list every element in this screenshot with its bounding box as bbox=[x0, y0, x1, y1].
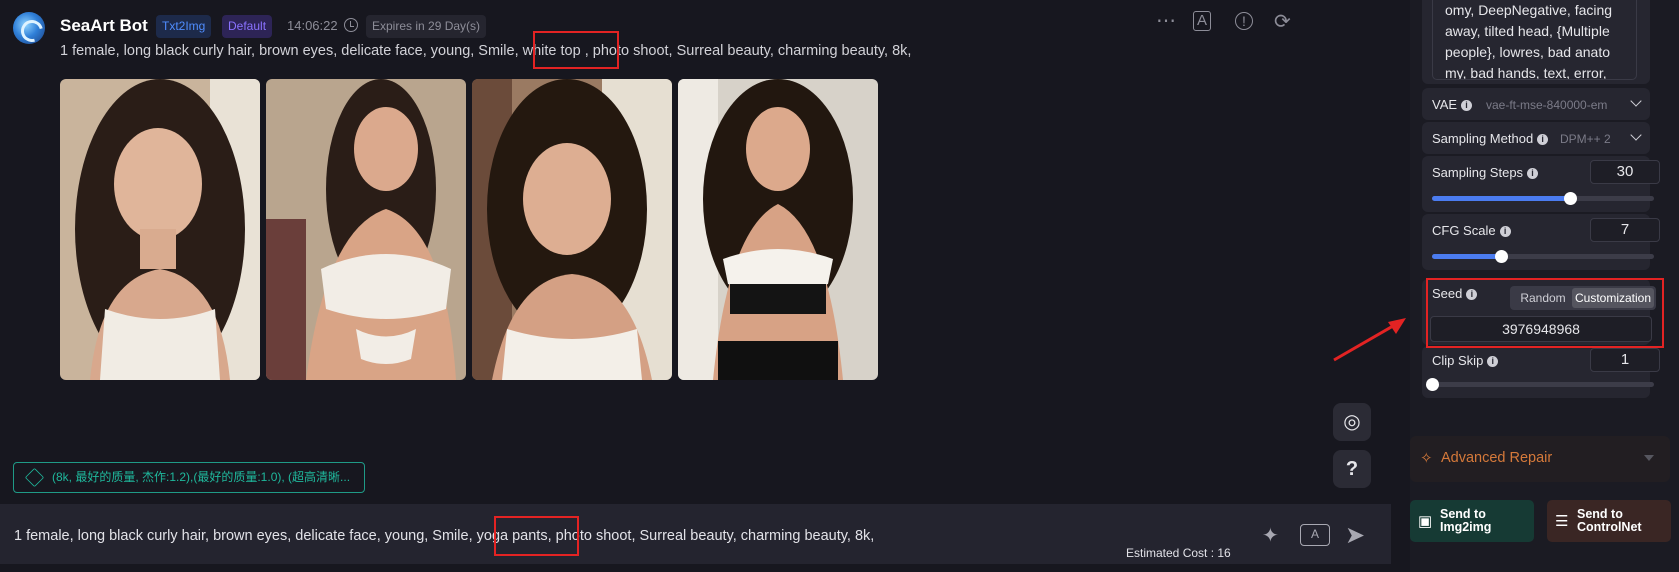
clip-skip-label: Clip Skip i bbox=[1432, 353, 1499, 368]
repair-wand-icon: ✧ bbox=[1420, 450, 1433, 467]
tag-chip[interactable]: (8k, 最好的质量, 杰作:1.2),(最好的质量:1.0), (超高清晰..… bbox=[13, 462, 365, 493]
prompt-text-start: 1 female, long black curly hair, brown e… bbox=[60, 43, 519, 59]
help-button[interactable]: ? bbox=[1333, 450, 1371, 488]
sampling-steps-control: Sampling Steps i 30 bbox=[1422, 156, 1660, 212]
info-icon[interactable]: i bbox=[1527, 168, 1539, 179]
slider-fill bbox=[1432, 254, 1501, 259]
translate-input-icon[interactable]: A bbox=[1300, 524, 1330, 546]
negative-prompt-line: away, tilted head, {Multiple bbox=[1445, 23, 1610, 39]
chat-area: SeaArt Bot Txt2Img Default 14:06:22 Expi… bbox=[0, 0, 1405, 572]
sampling-method-value: DPM++ 2 bbox=[1560, 132, 1611, 146]
highlight-box-yoga-pants bbox=[494, 516, 579, 556]
generated-image-2[interactable] bbox=[266, 79, 466, 380]
clip-skip-slider[interactable] bbox=[1426, 378, 1654, 391]
hide-eye-button[interactable]: ◎ bbox=[1333, 403, 1371, 441]
generated-image-4[interactable] bbox=[678, 79, 878, 380]
generated-image-3[interactable] bbox=[472, 79, 672, 380]
vae-value: vae-ft-mse-840000-em bbox=[1486, 98, 1608, 112]
vae-select[interactable]: VAE i vae-ft-mse-840000-em bbox=[1422, 88, 1650, 120]
negative-prompt-line: my, bad hands, text, error, bbox=[1445, 65, 1607, 80]
cfg-scale-slider[interactable] bbox=[1432, 250, 1654, 263]
sampling-method-select[interactable]: Sampling Method i DPM++ 2 bbox=[1422, 122, 1650, 154]
translate-icon[interactable]: A bbox=[1193, 11, 1212, 31]
clip-skip-input[interactable]: 1 bbox=[1590, 348, 1660, 372]
estimated-cost: Estimated Cost : 16 bbox=[1126, 546, 1231, 560]
advanced-repair-section[interactable]: ✧ Advanced Repair bbox=[1410, 436, 1670, 482]
bot-avatar bbox=[13, 12, 45, 44]
negative-prompt-input[interactable]: omy, DeepNegative, facing away, tilted h… bbox=[1432, 0, 1637, 80]
info-icon[interactable]: i bbox=[1461, 100, 1473, 111]
sampling-steps-slider[interactable] bbox=[1432, 192, 1654, 205]
sampling-method-label: Sampling Method i bbox=[1432, 131, 1549, 146]
send-icon[interactable]: ➤ bbox=[1345, 521, 1365, 550]
chevron-down-icon bbox=[1630, 95, 1642, 107]
expires-badge: Expires in 29 Day(s) bbox=[366, 15, 487, 38]
magic-wand-icon[interactable]: ✦ bbox=[1262, 523, 1279, 548]
cfg-scale-control: CFG Scale i 7 bbox=[1422, 214, 1660, 270]
sampling-steps-label: Sampling Steps i bbox=[1432, 165, 1539, 180]
highlight-box-white-top bbox=[533, 31, 619, 69]
tag-chip-text: (8k, 最好的质量, 杰作:1.2),(最好的质量:1.0), (超高清晰..… bbox=[52, 470, 351, 484]
red-arrow bbox=[1333, 318, 1406, 362]
prompt-input-bar[interactable]: 1 female, long black curly hair, brown e… bbox=[0, 504, 1391, 564]
message-prompt: 1 female, long black curly hair, brown e… bbox=[60, 43, 911, 59]
refresh-icon[interactable]: ⟳ bbox=[1274, 9, 1291, 34]
info-icon[interactable]: i bbox=[1499, 226, 1511, 237]
more-icon[interactable]: ⋯ bbox=[1156, 8, 1176, 33]
advanced-repair-label: Advanced Repair bbox=[1441, 450, 1553, 466]
generated-image-1[interactable] bbox=[60, 79, 260, 380]
cfg-scale-input[interactable]: 7 bbox=[1590, 218, 1660, 242]
slider-handle[interactable] bbox=[1494, 250, 1508, 263]
chevron-down-icon bbox=[1644, 455, 1654, 461]
highlight-box-seed bbox=[1426, 278, 1664, 348]
negative-prompt-line: people}, lowres, bad anato bbox=[1445, 44, 1611, 60]
image-icon: ▣ bbox=[1418, 513, 1433, 530]
input-text-end: photo shoot, Surreal beauty, charming be… bbox=[555, 528, 875, 544]
send-img2img-label: Send to Img2img bbox=[1440, 507, 1492, 534]
slider-fill bbox=[1432, 196, 1570, 201]
message-time: 14:06:22 bbox=[287, 18, 338, 33]
vae-label: VAE i bbox=[1432, 97, 1473, 112]
negative-prompt-line: omy, DeepNegative, facing bbox=[1445, 2, 1613, 18]
chevron-down-icon bbox=[1630, 129, 1642, 141]
slider-handle[interactable] bbox=[1563, 192, 1577, 205]
send-to-controlnet-button[interactable]: ☰ Send to ControlNet bbox=[1547, 500, 1671, 542]
sampling-steps-input[interactable]: 30 bbox=[1590, 160, 1660, 184]
info-icon[interactable]: i bbox=[1537, 134, 1549, 145]
bot-name: SeaArt Bot bbox=[60, 16, 148, 35]
prompt-input[interactable]: 1 female, long black curly hair, brown e… bbox=[14, 528, 874, 544]
negative-prompt-card: omy, DeepNegative, facing away, tilted h… bbox=[1422, 0, 1650, 84]
info-icon[interactable]: ! bbox=[1235, 12, 1253, 30]
model-badge: Default bbox=[222, 15, 273, 38]
send-to-img2img-button[interactable]: ▣ Send to Img2img bbox=[1410, 500, 1534, 542]
sliders-icon: ☰ bbox=[1555, 513, 1569, 530]
info-icon[interactable]: i bbox=[1487, 356, 1499, 367]
prompt-text-end: photo shoot, Surreal beauty, charming be… bbox=[592, 43, 912, 59]
clock-icon bbox=[344, 18, 358, 32]
clip-skip-control: Clip Skip i 1 bbox=[1422, 346, 1660, 398]
cube-icon bbox=[24, 467, 45, 488]
input-text-start: 1 female, long black curly hair, brown e… bbox=[14, 528, 473, 544]
cfg-scale-label: CFG Scale i bbox=[1432, 223, 1511, 238]
send-controlnet-label: Send to ControlNet bbox=[1577, 507, 1642, 534]
mode-badge: Txt2Img bbox=[156, 15, 212, 38]
slider-handle[interactable] bbox=[1426, 378, 1439, 391]
